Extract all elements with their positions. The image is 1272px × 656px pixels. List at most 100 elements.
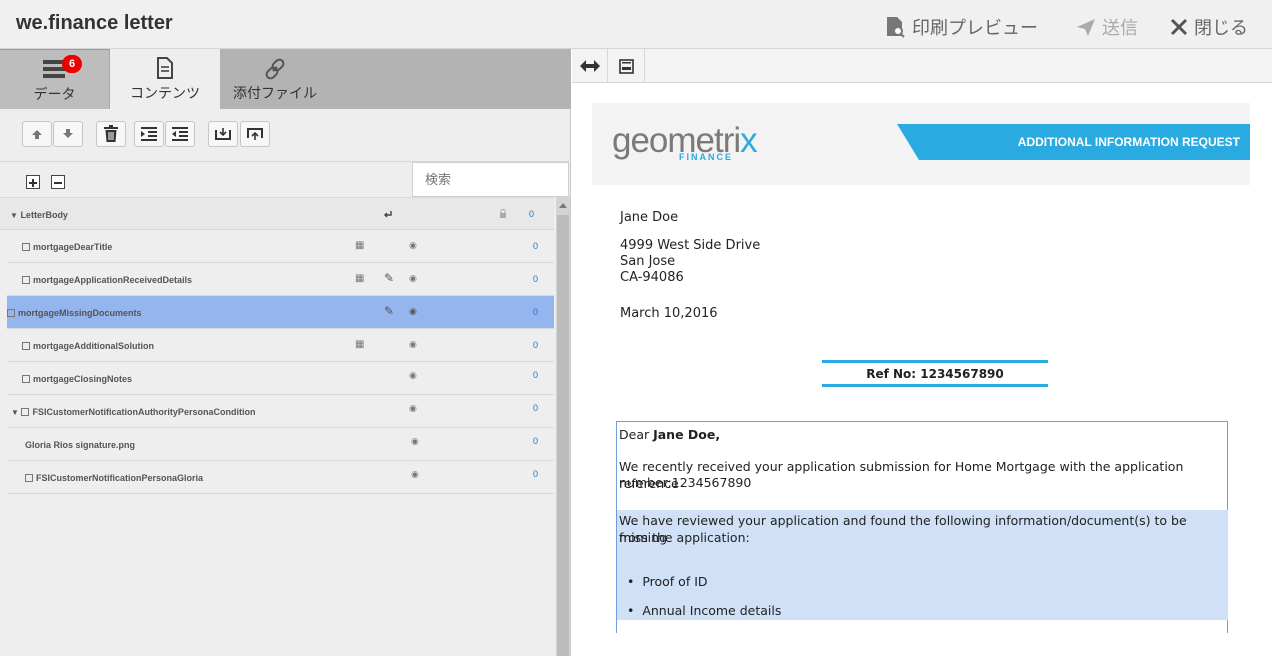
lock-icon xyxy=(500,209,506,218)
content-tree: ▼ LetterBody 0 mortgageDearTitle ▦ ◉ 0 m… xyxy=(0,197,555,656)
link-icon xyxy=(265,58,285,80)
print-preview-button[interactable]: 印刷プレビュー xyxy=(884,14,1038,40)
indent-button[interactable] xyxy=(134,121,164,147)
tab-bar: 6 データ コンテンツ 添付ファイル xyxy=(0,49,571,109)
logo-subtitle: FINANCE xyxy=(679,152,733,162)
text-module-icon xyxy=(7,309,15,317)
ref-divider-bottom xyxy=(822,384,1048,387)
tree-row-count: 0 xyxy=(532,274,538,284)
list-item: • Proof of ID xyxy=(627,574,708,589)
recipient-name: Jane Doe xyxy=(620,210,679,225)
tree-row-label: mortgageClosingNotes xyxy=(33,374,133,384)
letter-date: March 10,2016 xyxy=(620,306,718,321)
caret-down-icon: ▼ xyxy=(11,408,19,417)
expand-all-icon[interactable] xyxy=(26,175,40,189)
eye-icon[interactable]: ◉ xyxy=(409,273,417,284)
app-header: we.finance letter 印刷プレビュー 送信 閉じる xyxy=(0,0,1272,49)
move-up-button[interactable] xyxy=(22,121,52,147)
tree-row-label: mortgageMissingDocuments xyxy=(18,308,142,318)
print-preview-icon xyxy=(887,17,905,38)
collapse-all-icon[interactable] xyxy=(51,175,65,189)
text-module-icon xyxy=(22,342,30,350)
tree-row-label: FSICustomerNotificationAuthorityPersonaC… xyxy=(32,407,256,417)
tree-row-count: 0 xyxy=(532,307,538,317)
content-toolbar xyxy=(0,109,571,161)
insert-below-button[interactable] xyxy=(208,121,238,147)
text-module-icon xyxy=(22,276,30,284)
close-button[interactable]: 閉じる xyxy=(1170,14,1248,40)
data-count-badge: 6 xyxy=(62,55,82,73)
left-panel: 6 データ コンテンツ 添付ファイル 検索 ▼ LetterBody 0 mor… xyxy=(0,49,571,656)
caret-down-icon: ▼ xyxy=(10,211,18,220)
eye-icon[interactable]: ◉ xyxy=(409,306,417,317)
tab-content-label: コンテンツ xyxy=(130,85,200,101)
eye-icon[interactable]: ◉ xyxy=(409,240,417,251)
tree-row[interactable]: FSICustomerNotificationPersonaGloria ◉ 0 xyxy=(7,461,554,494)
tab-data-label: データ xyxy=(33,86,76,102)
scroll-thumb[interactable] xyxy=(557,215,569,656)
page-view-button[interactable] xyxy=(609,49,645,82)
tree-scrollbar[interactable] xyxy=(556,197,570,656)
eye-icon[interactable]: ◉ xyxy=(411,436,419,447)
eye-icon[interactable]: ◉ xyxy=(409,339,417,350)
tree-row-count: 0 xyxy=(532,370,538,380)
eye-icon[interactable]: ◉ xyxy=(409,370,417,381)
address-line-3: CA-94086 xyxy=(620,270,684,285)
double-arrow-icon xyxy=(579,59,600,72)
arrow-up-icon xyxy=(32,130,42,139)
tab-data[interactable]: 6 データ xyxy=(0,49,110,109)
tree-row[interactable]: mortgageAdditionalSolution ▦ ◉ 0 xyxy=(7,329,554,362)
list-item: • Annual Income details xyxy=(627,603,782,618)
tree-row[interactable]: Gloria Rios signature.png ◉ 0 xyxy=(7,428,554,461)
letter-body-editor[interactable]: Dear Jane Doe, We recently received your… xyxy=(616,421,1228,633)
tree-row-label: mortgageDearTitle xyxy=(33,242,113,252)
text-module-icon xyxy=(22,243,30,251)
close-label: 閉じる xyxy=(1194,18,1248,38)
address-line-2: San Jose xyxy=(620,254,676,269)
tree-row[interactable]: mortgageApplicationReceivedDetails ▦ ✎ ◉… xyxy=(7,263,554,296)
tree-row[interactable]: ▼ FSICustomerNotificationAuthorityPerson… xyxy=(7,395,554,428)
page-layout-icon xyxy=(618,58,634,74)
insert-above-icon xyxy=(247,128,263,140)
reference-number: Ref No: 1234567890 xyxy=(866,367,1004,381)
preview-toolbar xyxy=(572,49,1272,83)
tree-row[interactable]: mortgageDearTitle ▦ ◉ 0 xyxy=(7,230,554,263)
paragraph-received-line-2: number:1234567890 xyxy=(619,475,752,490)
tree-row-root[interactable]: ▼ LetterBody 0 xyxy=(0,197,554,230)
tree-row-count: 0 xyxy=(532,241,538,251)
eye-icon[interactable]: ◉ xyxy=(409,403,417,414)
edit-icon[interactable]: ✎ xyxy=(384,304,394,318)
toggle-width-button[interactable] xyxy=(572,49,608,82)
letterhead: geometrix FINANCE ADDITIONAL INFORMATION… xyxy=(592,103,1250,185)
tree-row-selected[interactable]: mortgageMissingDocuments ✎ ◉ 0 xyxy=(7,296,554,329)
send-button[interactable]: 送信 xyxy=(1076,14,1138,40)
arrow-down-icon xyxy=(63,129,73,138)
document-icon xyxy=(157,57,173,79)
tab-content[interactable]: コンテンツ xyxy=(110,49,220,109)
banner-text: ADDITIONAL INFORMATION REQUEST xyxy=(1017,135,1240,149)
tree-row[interactable]: mortgageClosingNotes ◉ 0 xyxy=(7,362,554,395)
indent-icon xyxy=(141,127,157,141)
app-title: we.finance letter xyxy=(16,12,173,34)
ref-divider-top xyxy=(822,360,1048,363)
insert-below-icon xyxy=(215,128,231,140)
tree-row-count: 0 xyxy=(528,209,534,219)
table-icon: ▦ xyxy=(355,273,365,284)
return-icon xyxy=(384,211,392,218)
tree-row-count: 0 xyxy=(532,436,538,446)
scroll-up-icon[interactable] xyxy=(559,203,567,208)
preview-panel: geometrix FINANCE ADDITIONAL INFORMATION… xyxy=(572,49,1272,656)
eye-icon[interactable]: ◉ xyxy=(411,469,419,480)
close-icon xyxy=(1170,18,1188,36)
delete-button[interactable] xyxy=(96,121,126,147)
tree-row-count: 0 xyxy=(532,469,538,479)
table-icon: ▦ xyxy=(355,339,365,350)
move-down-button[interactable] xyxy=(53,121,83,147)
search-input[interactable] xyxy=(412,162,569,197)
outdent-button[interactable] xyxy=(165,121,195,147)
tab-attachments[interactable]: 添付ファイル xyxy=(220,49,330,109)
address-line-1: 4999 West Side Drive xyxy=(620,238,761,253)
tree-row-label: FSICustomerNotificationPersonaGloria xyxy=(36,473,204,483)
edit-icon[interactable]: ✎ xyxy=(384,271,394,285)
insert-above-button[interactable] xyxy=(240,121,270,147)
